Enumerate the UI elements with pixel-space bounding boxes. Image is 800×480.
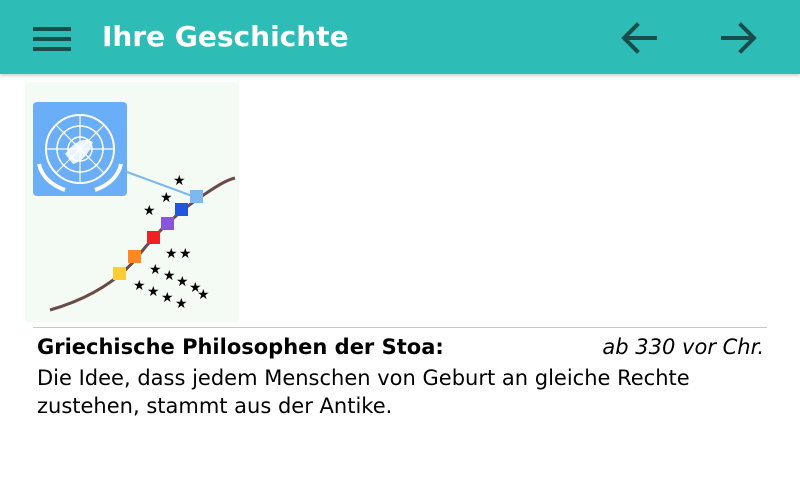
svg-text:★: ★ — [133, 278, 146, 294]
page-title: Ihre Geschichte — [102, 20, 349, 53]
svg-text:★: ★ — [160, 190, 173, 206]
svg-text:★: ★ — [143, 203, 156, 219]
svg-text:★: ★ — [149, 262, 162, 278]
svg-text:★: ★ — [173, 173, 186, 189]
svg-text:★: ★ — [197, 287, 210, 303]
svg-text:★: ★ — [161, 290, 174, 306]
timeline-image: ★ ★ ★ ★ ★ ★ ★ ★ ★ ★ ★ ★ ★ ★ — [33, 102, 236, 312]
hamburger-menu-icon-line — [33, 37, 71, 41]
event-date: ab 330 vor Chr. — [602, 335, 764, 359]
marker-light-blue — [190, 190, 203, 203]
svg-text:★: ★ — [165, 246, 178, 262]
svg-text:★: ★ — [176, 274, 189, 290]
svg-text:★: ★ — [175, 296, 188, 312]
back-button[interactable] — [615, 16, 663, 60]
svg-text:★: ★ — [179, 246, 192, 262]
svg-text:★: ★ — [147, 284, 160, 300]
marker-blue — [175, 203, 188, 216]
svg-text:★: ★ — [163, 268, 176, 284]
marker-yellow — [113, 267, 126, 280]
hamburger-menu-icon-line — [33, 47, 71, 51]
arrow-left-icon — [621, 22, 657, 54]
un-emblem-icon — [33, 102, 127, 196]
divider — [33, 327, 767, 328]
forward-button[interactable] — [715, 16, 763, 60]
timeline-illustration[interactable]: ★ ★ ★ ★ ★ ★ ★ ★ ★ ★ ★ ★ ★ ★ — [25, 82, 239, 322]
event-description: Die Idee, dass jedem Menschen von Geburt… — [37, 366, 690, 418]
marker-purple — [161, 217, 174, 230]
arrow-right-icon — [721, 22, 757, 54]
hamburger-menu-icon — [33, 27, 71, 31]
marker-orange — [128, 250, 141, 263]
marker-red — [147, 231, 160, 244]
app-bar: Ihre Geschichte — [0, 0, 800, 74]
event-title: Griechische Philosophen der Stoa: — [37, 335, 444, 359]
menu-button[interactable] — [22, 17, 82, 59]
